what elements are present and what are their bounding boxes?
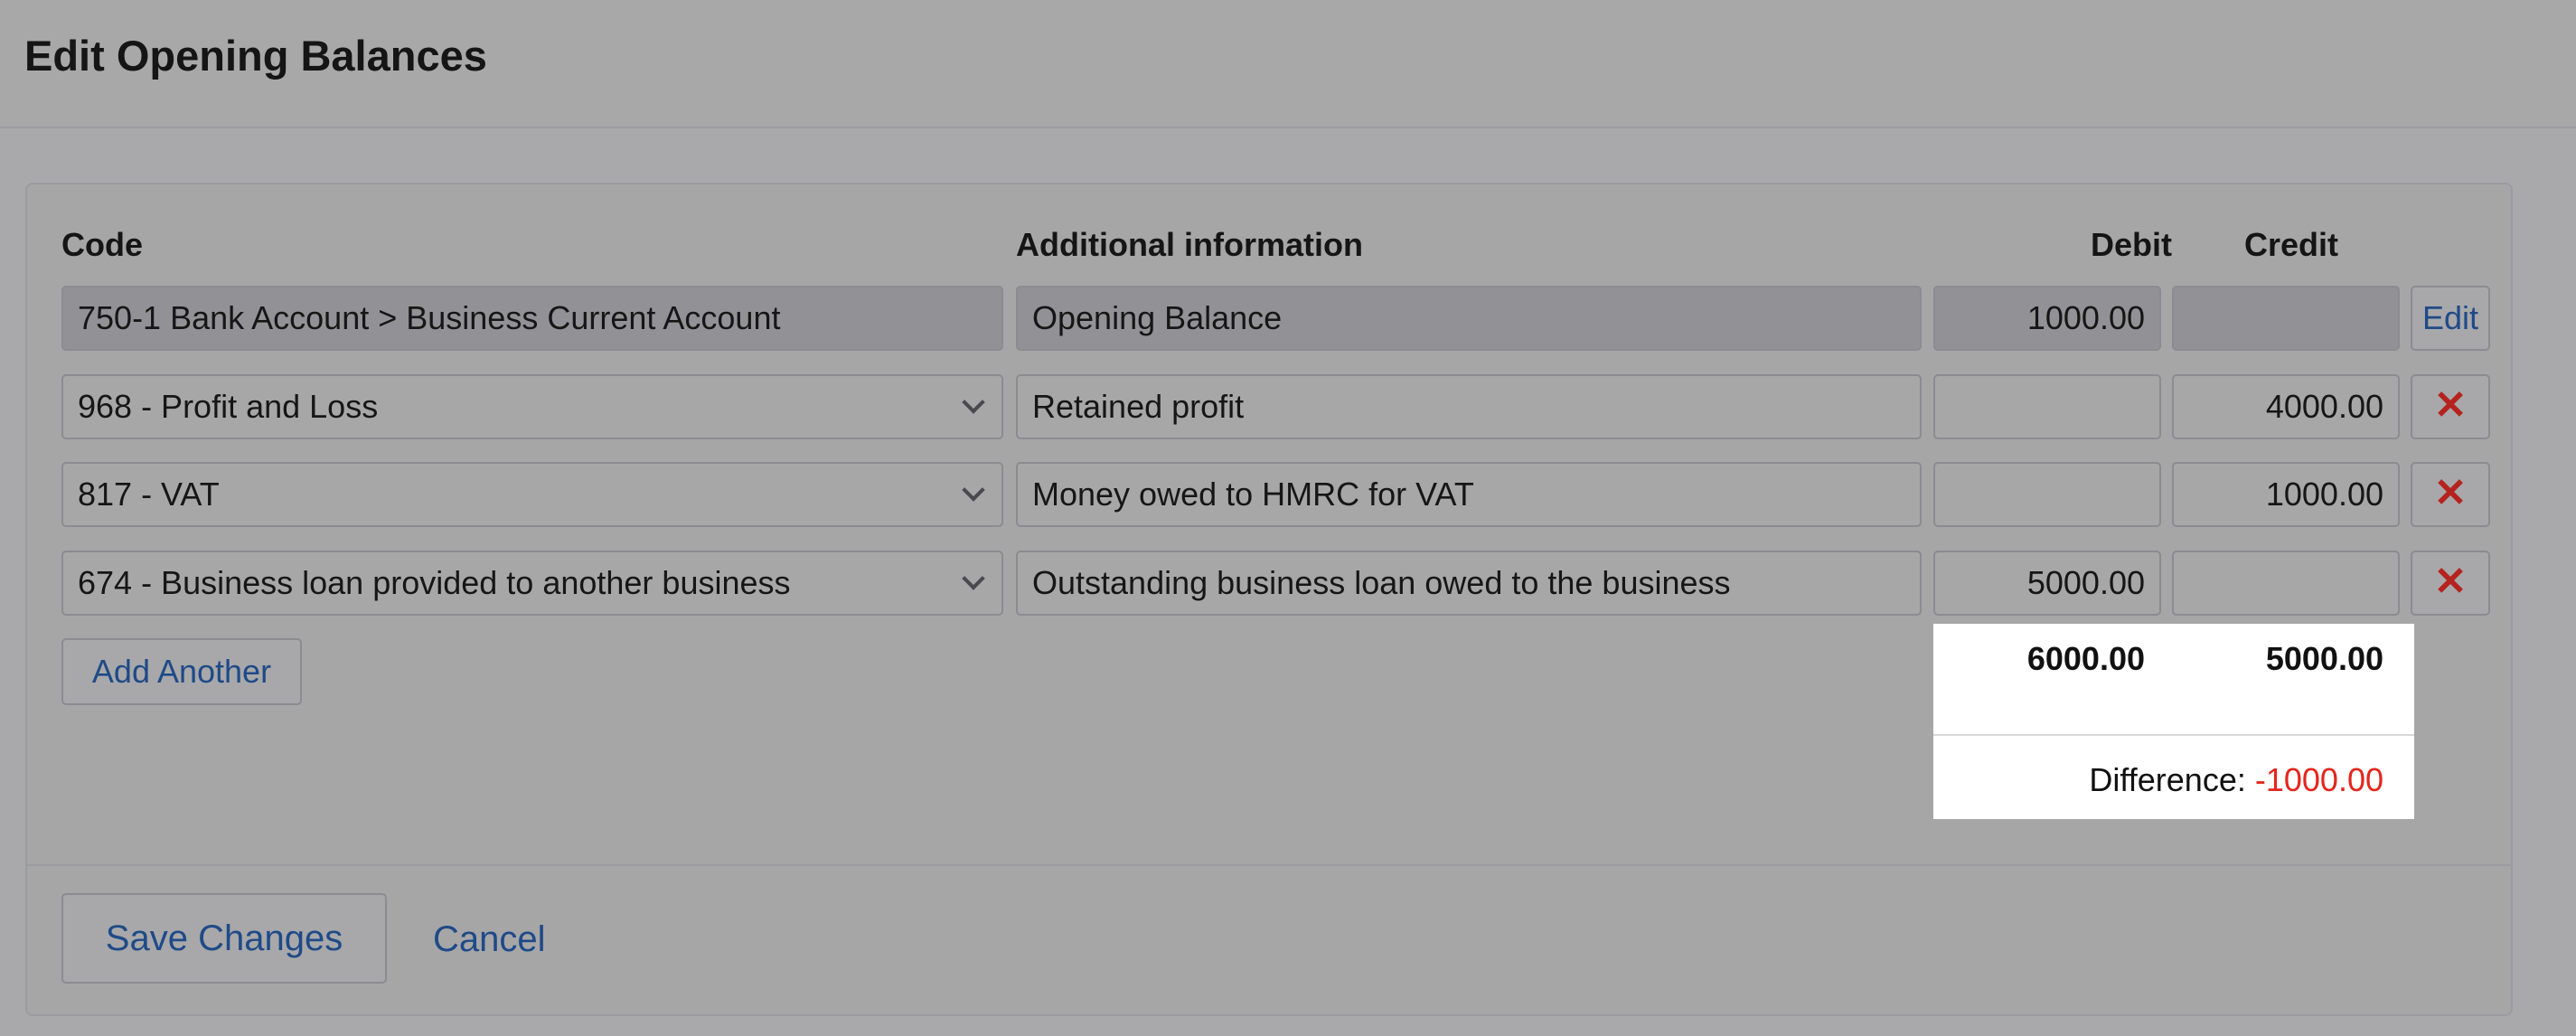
add-another-button[interactable]: Add Another <box>61 638 302 705</box>
chevron-down-icon <box>962 478 985 502</box>
info-input-row-1[interactable]: Opening Balance <box>1016 286 1922 351</box>
cancel-link[interactable]: Cancel <box>433 917 546 962</box>
footer-divider <box>27 864 2511 866</box>
code-select-value: 817 - VAT <box>78 476 220 513</box>
column-header-additional-information: Additional information <box>1016 226 1363 263</box>
credit-input-row-1[interactable] <box>2172 286 2400 351</box>
debit-input-row-2[interactable] <box>1933 374 2161 439</box>
code-field-bank-account: 750-1 Bank Account > Business Current Ac… <box>61 286 1003 351</box>
totals-box: 6000.00 5000.00 Difference: -1000.00 <box>1933 624 2414 819</box>
column-header-code: Code <box>61 226 143 263</box>
code-select-row-4[interactable]: 674 - Business loan provided to another … <box>61 551 1003 616</box>
page-title: Edit Opening Balances <box>24 32 487 80</box>
code-select-value: 674 - Business loan provided to another … <box>78 564 791 601</box>
page-header: Edit Opening Balances <box>0 0 2576 128</box>
chevron-down-icon <box>962 567 985 590</box>
opening-balances-panel: Code Additional information Debit Credit… <box>25 183 2513 1016</box>
code-select-value: 968 - Profit and Loss <box>78 388 379 425</box>
debit-total: 6000.00 <box>2026 640 2145 677</box>
close-icon: ✕ <box>2433 560 2468 604</box>
credit-total: 5000.00 <box>2265 640 2383 677</box>
code-select-row-2[interactable]: 968 - Profit and Loss <box>61 374 1003 439</box>
save-changes-button[interactable]: Save Changes <box>61 893 387 984</box>
remove-button-row-4[interactable]: ✕ <box>2411 551 2490 616</box>
remove-button-row-2[interactable]: ✕ <box>2411 374 2490 439</box>
info-input-row-4[interactable]: Outstanding business loan owed to the bu… <box>1016 551 1922 616</box>
debit-input-row-1[interactable]: 1000.00 <box>1933 286 2161 351</box>
column-header-debit: Debit <box>2091 226 2172 263</box>
difference-label: Difference: <box>2089 761 2246 798</box>
credit-input-row-4[interactable] <box>2172 551 2400 616</box>
chevron-down-icon <box>962 391 985 414</box>
remove-button-row-3[interactable]: ✕ <box>2411 462 2490 527</box>
totals-divider <box>1933 734 2414 736</box>
difference-row: Difference: -1000.00 <box>2089 759 2383 801</box>
info-input-row-3[interactable]: Money owed to HMRC for VAT <box>1016 462 1922 527</box>
info-input-row-2[interactable]: Retained profit <box>1016 374 1922 439</box>
credit-input-row-2[interactable]: 4000.00 <box>2172 374 2400 439</box>
close-icon: ✕ <box>2433 471 2468 515</box>
column-header-credit: Credit <box>2243 226 2338 263</box>
code-select-row-3[interactable]: 817 - VAT <box>61 462 1003 527</box>
credit-input-row-3[interactable]: 1000.00 <box>2172 462 2400 527</box>
close-icon: ✕ <box>2433 383 2468 428</box>
difference-value: -1000.00 <box>2254 761 2383 798</box>
debit-input-row-4[interactable]: 5000.00 <box>1933 551 2161 616</box>
debit-input-row-3[interactable] <box>1933 462 2161 527</box>
edit-button-row-1[interactable]: Edit <box>2411 286 2490 351</box>
